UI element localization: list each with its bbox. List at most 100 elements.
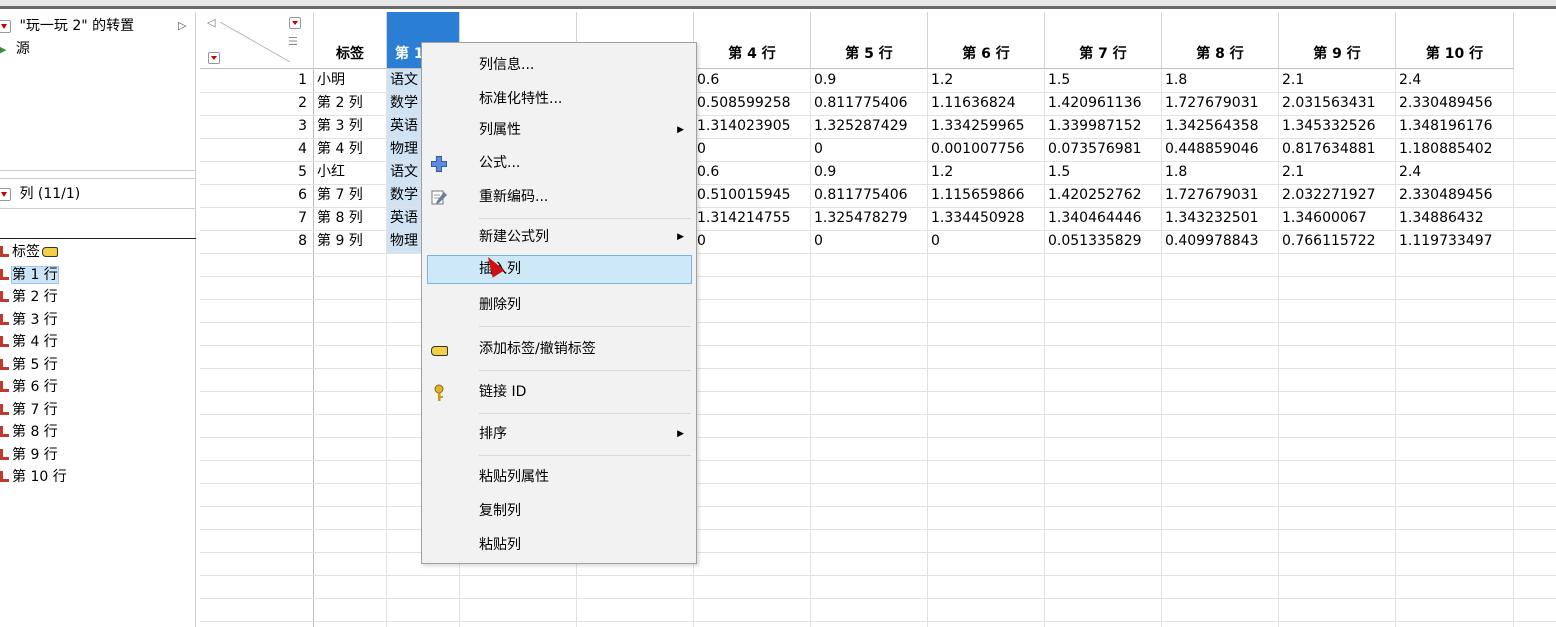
menu-item-paste-column[interactable]: 粘贴列 bbox=[422, 531, 696, 560]
table-row[interactable]: 1 小明 语文 0.6 0.9 1.2 1.5 1.8 2.1 2.4 bbox=[200, 69, 1556, 92]
column-header-label[interactable]: 标签 bbox=[314, 12, 387, 69]
table-row[interactable]: 2 第 2 列 数学 0.508599258 0.811775406 1.116… bbox=[200, 92, 1556, 115]
table-row[interactable]: 5 小红 语文 0.6 0.9 1.2 1.5 1.8 2.1 2.4 bbox=[200, 161, 1556, 184]
menu-item-new-formula-column[interactable]: 新建公式列 ▶ bbox=[422, 223, 696, 252]
value-cell[interactable]: 1.11636824 bbox=[928, 92, 1044, 115]
menu-item-delete-column[interactable]: 删除列 bbox=[422, 291, 696, 320]
menu-item-column-properties[interactable]: 列属性 ▶ bbox=[422, 116, 696, 145]
value-cell[interactable]: 0.001007756 bbox=[928, 138, 1044, 161]
value-cell[interactable]: 1.314214755 bbox=[694, 207, 810, 230]
column-header-row7[interactable]: 第 7 行 bbox=[1045, 12, 1162, 69]
table-menu-triangle-icon[interactable] bbox=[0, 19, 11, 33]
value-cell[interactable]: 0.6 bbox=[694, 161, 810, 184]
value-cell[interactable]: 0 bbox=[811, 138, 927, 161]
value-cell[interactable]: 0.051335829 bbox=[1045, 230, 1161, 253]
value-cell[interactable]: 1.334450928 bbox=[928, 207, 1044, 230]
scroll-left-icon[interactable]: ◁ bbox=[207, 16, 215, 29]
column-header-row9[interactable]: 第 9 行 bbox=[1279, 12, 1396, 69]
value-cell[interactable]: 0.9 bbox=[811, 69, 927, 92]
table-row[interactable]: 8 第 9 列 物理 0 0 0 0.051335829 0.409978843… bbox=[200, 230, 1556, 253]
value-cell[interactable]: 1.5 bbox=[1045, 69, 1161, 92]
value-cell[interactable]: 0.9 bbox=[811, 161, 927, 184]
menu-item-insert-column[interactable]: 插入列 bbox=[427, 255, 692, 284]
column-item-row4[interactable]: 第 4 行 bbox=[0, 331, 67, 354]
value-cell[interactable]: 1.325478279 bbox=[811, 207, 927, 230]
value-cell[interactable]: 1.343232501 bbox=[1162, 207, 1278, 230]
value-cell[interactable]: 2.4 bbox=[1396, 161, 1513, 184]
label-cell[interactable]: 第 4 列 bbox=[314, 138, 386, 161]
value-cell[interactable]: 0.6 bbox=[694, 69, 810, 92]
table-title-row[interactable]: "玩一玩 2" 的转置 ▷ bbox=[0, 15, 186, 37]
play-triangle-icon[interactable]: ▶ bbox=[0, 43, 6, 56]
column-item-row8[interactable]: 第 8 行 bbox=[0, 421, 67, 444]
label-cell[interactable]: 小红 bbox=[314, 161, 386, 184]
value-cell[interactable]: 2.031563431 bbox=[1279, 92, 1395, 115]
label-cell[interactable]: 第 3 列 bbox=[314, 115, 386, 138]
value-cell[interactable]: 1.8 bbox=[1162, 69, 1278, 92]
column-item-row5[interactable]: 第 5 行 bbox=[0, 354, 67, 377]
value-cell[interactable]: 0 bbox=[694, 138, 810, 161]
label-cell[interactable]: 第 9 列 bbox=[314, 230, 386, 253]
column-header-row10[interactable]: 第 10 行 bbox=[1396, 12, 1514, 69]
columns-menu-triangle-icon[interactable] bbox=[0, 187, 11, 201]
menu-item-label-unlabel[interactable]: 添加标签/撤销标签 bbox=[422, 335, 696, 364]
value-cell[interactable]: 0.811775406 bbox=[811, 184, 927, 207]
value-cell[interactable]: 1.342564358 bbox=[1162, 115, 1278, 138]
value-cell[interactable]: 1.420961136 bbox=[1045, 92, 1161, 115]
row-menu-triangle-icon[interactable] bbox=[208, 52, 220, 64]
value-cell[interactable]: 1.334259965 bbox=[928, 115, 1044, 138]
table-row[interactable]: 7 第 8 列 英语 1.314214755 1.325478279 1.334… bbox=[200, 207, 1556, 230]
column-header-row6[interactable]: 第 6 行 bbox=[928, 12, 1045, 69]
value-cell[interactable]: 1.340464446 bbox=[1045, 207, 1161, 230]
value-cell[interactable]: 2.1 bbox=[1279, 69, 1395, 92]
menu-item-formula[interactable]: 公式... bbox=[422, 149, 696, 178]
column-item-row6[interactable]: 第 6 行 bbox=[0, 376, 67, 399]
collapse-right-icon[interactable]: ▷ bbox=[178, 15, 186, 37]
value-cell[interactable]: 0.508599258 bbox=[694, 92, 810, 115]
value-cell[interactable]: 1.727679031 bbox=[1162, 184, 1278, 207]
value-cell[interactable]: 1.5 bbox=[1045, 161, 1161, 184]
menu-item-sort[interactable]: 排序 ▶ bbox=[422, 420, 696, 449]
value-cell[interactable]: 0 bbox=[928, 230, 1044, 253]
value-cell[interactable]: 1.348196176 bbox=[1396, 115, 1513, 138]
value-cell[interactable]: 2.330489456 bbox=[1396, 92, 1513, 115]
value-cell[interactable]: 0.817634881 bbox=[1279, 138, 1395, 161]
menu-item-link-id[interactable]: 链接 ID bbox=[422, 378, 696, 407]
value-cell[interactable]: 1.180885402 bbox=[1396, 138, 1513, 161]
value-cell[interactable]: 2.1 bbox=[1279, 161, 1395, 184]
menu-item-recode[interactable]: 重新编码... bbox=[422, 183, 696, 212]
value-cell[interactable]: 1.2 bbox=[928, 69, 1044, 92]
value-cell[interactable]: 1.115659866 bbox=[928, 184, 1044, 207]
column-item-row7[interactable]: 第 7 行 bbox=[0, 399, 67, 422]
menu-item-paste-column-properties[interactable]: 粘贴列属性 bbox=[422, 463, 696, 492]
column-item-label[interactable]: 标签 bbox=[0, 241, 67, 264]
columns-header-row[interactable]: 列 (11/1) bbox=[0, 183, 80, 205]
table-row[interactable]: 6 第 7 列 数学 0.510015945 0.811775406 1.115… bbox=[200, 184, 1556, 207]
value-cell[interactable]: 0 bbox=[811, 230, 927, 253]
value-cell[interactable]: 1.420252762 bbox=[1045, 184, 1161, 207]
value-cell[interactable]: 2.032271927 bbox=[1279, 184, 1395, 207]
value-cell[interactable]: 0.766115722 bbox=[1279, 230, 1395, 253]
source-row[interactable]: ▶ 源 bbox=[0, 38, 30, 60]
value-cell[interactable]: 0.448859046 bbox=[1162, 138, 1278, 161]
column-header-row4[interactable]: 第 4 行 bbox=[694, 12, 811, 69]
value-cell[interactable]: 0.811775406 bbox=[811, 92, 927, 115]
column-header-row8[interactable]: 第 8 行 bbox=[1162, 12, 1279, 69]
column-item-row3[interactable]: 第 3 行 bbox=[0, 309, 67, 332]
value-cell[interactable]: 0.409978843 bbox=[1162, 230, 1278, 253]
column-item-row10[interactable]: 第 10 行 bbox=[0, 466, 67, 489]
value-cell[interactable]: 1.345332526 bbox=[1279, 115, 1395, 138]
value-cell[interactable]: 1.34886432 bbox=[1396, 207, 1513, 230]
value-cell[interactable]: 0 bbox=[694, 230, 810, 253]
value-cell[interactable]: 1.727679031 bbox=[1162, 92, 1278, 115]
table-row[interactable]: 4 第 4 列 物理 0 0 0.001007756 0.073576981 0… bbox=[200, 138, 1556, 161]
column-menu-triangle-icon[interactable] bbox=[289, 17, 301, 29]
menu-item-standardize[interactable]: 标准化特性... bbox=[422, 85, 696, 114]
value-cell[interactable]: 1.119733497 bbox=[1396, 230, 1513, 253]
value-cell[interactable]: 1.314023905 bbox=[694, 115, 810, 138]
column-item-row1[interactable]: 第 1 行 bbox=[0, 264, 67, 287]
value-cell[interactable]: 1.8 bbox=[1162, 161, 1278, 184]
label-cell[interactable]: 第 7 列 bbox=[314, 184, 386, 207]
label-cell[interactable]: 第 8 列 bbox=[314, 207, 386, 230]
value-cell[interactable]: 1.2 bbox=[928, 161, 1044, 184]
